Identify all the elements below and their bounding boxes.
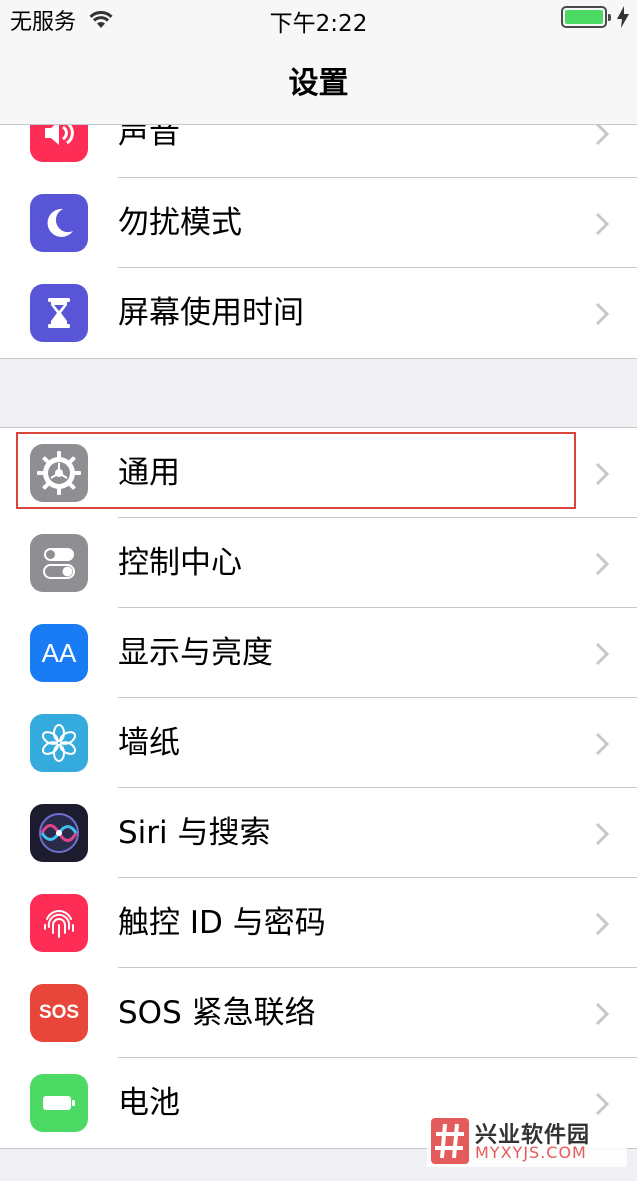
toggles-icon bbox=[30, 534, 88, 592]
settings-row-do-not-disturb[interactable]: 勿扰模式 bbox=[0, 178, 637, 268]
settings-row-label: 电池 bbox=[118, 1085, 180, 1121]
charging-bolt-icon bbox=[617, 6, 629, 28]
chevron-right-icon bbox=[595, 122, 609, 146]
settings-row-screen-time[interactable]: 屏幕使用时间 bbox=[0, 268, 637, 358]
settings-row-label: 勿扰模式 bbox=[118, 205, 242, 241]
chevron-right-icon bbox=[595, 302, 609, 326]
watermark-domain: MYXYJS.COM bbox=[475, 1143, 587, 1162]
settings-row-label: 屏幕使用时间 bbox=[118, 295, 304, 331]
settings-row-wallpaper[interactable]: 墙纸 bbox=[0, 698, 637, 788]
settings-row-label: 显示与亮度 bbox=[118, 635, 273, 671]
battery-indicator bbox=[561, 6, 611, 28]
status-bar: 无服务 下午2:22 bbox=[0, 0, 637, 37]
chevron-right-icon bbox=[595, 822, 609, 846]
siri-icon bbox=[30, 804, 88, 862]
settings-row-label: Siri 与搜索 bbox=[118, 815, 271, 851]
status-time: 下午2:22 bbox=[269, 11, 368, 37]
battery-icon bbox=[30, 1074, 88, 1132]
navigation-bar: 设置 bbox=[0, 36, 637, 125]
settings-row-touch-id-passcode[interactable]: 触控 ID 与密码 bbox=[0, 878, 637, 968]
settings-row-label: SOS 紧急联络 bbox=[118, 995, 316, 1031]
chevron-right-icon bbox=[595, 462, 609, 486]
settings-group-main: 通用 控制中心 AA 显示与亮度 墙纸 Siri 与搜索 触控 ID 与密码 S… bbox=[0, 427, 637, 1149]
settings-row-emergency-sos[interactable]: SOS SOS 紧急联络 bbox=[0, 968, 637, 1058]
fingerprint-icon bbox=[30, 894, 88, 952]
settings-group-top: 声音 勿扰模式 屏幕使用时间 bbox=[0, 87, 637, 359]
watermark: 兴业软件园 MYXYJS.COM bbox=[427, 1115, 627, 1167]
settings-row-display-brightness[interactable]: AA 显示与亮度 bbox=[0, 608, 637, 698]
page-title: 设置 bbox=[288, 66, 349, 101]
text-size-icon: AA bbox=[30, 624, 88, 682]
settings-row-label: 触控 ID 与密码 bbox=[118, 905, 326, 941]
chevron-right-icon bbox=[595, 1002, 609, 1026]
chevron-right-icon bbox=[595, 552, 609, 576]
flower-icon bbox=[30, 714, 88, 772]
settings-row-siri-search[interactable]: Siri 与搜索 bbox=[0, 788, 637, 878]
settings-row-label: 墙纸 bbox=[118, 725, 180, 761]
moon-icon bbox=[30, 194, 88, 252]
hourglass-icon bbox=[30, 284, 88, 342]
settings-row-label: 控制中心 bbox=[118, 545, 242, 581]
settings-row-control-center[interactable]: 控制中心 bbox=[0, 518, 637, 608]
chevron-right-icon bbox=[595, 912, 609, 936]
sos-icon: SOS bbox=[30, 984, 88, 1042]
chevron-right-icon bbox=[595, 1092, 609, 1116]
hash-logo-icon bbox=[431, 1118, 469, 1164]
highlight-box bbox=[16, 432, 576, 509]
chevron-right-icon bbox=[595, 212, 609, 236]
chevron-right-icon bbox=[595, 642, 609, 666]
chevron-right-icon bbox=[595, 732, 609, 756]
